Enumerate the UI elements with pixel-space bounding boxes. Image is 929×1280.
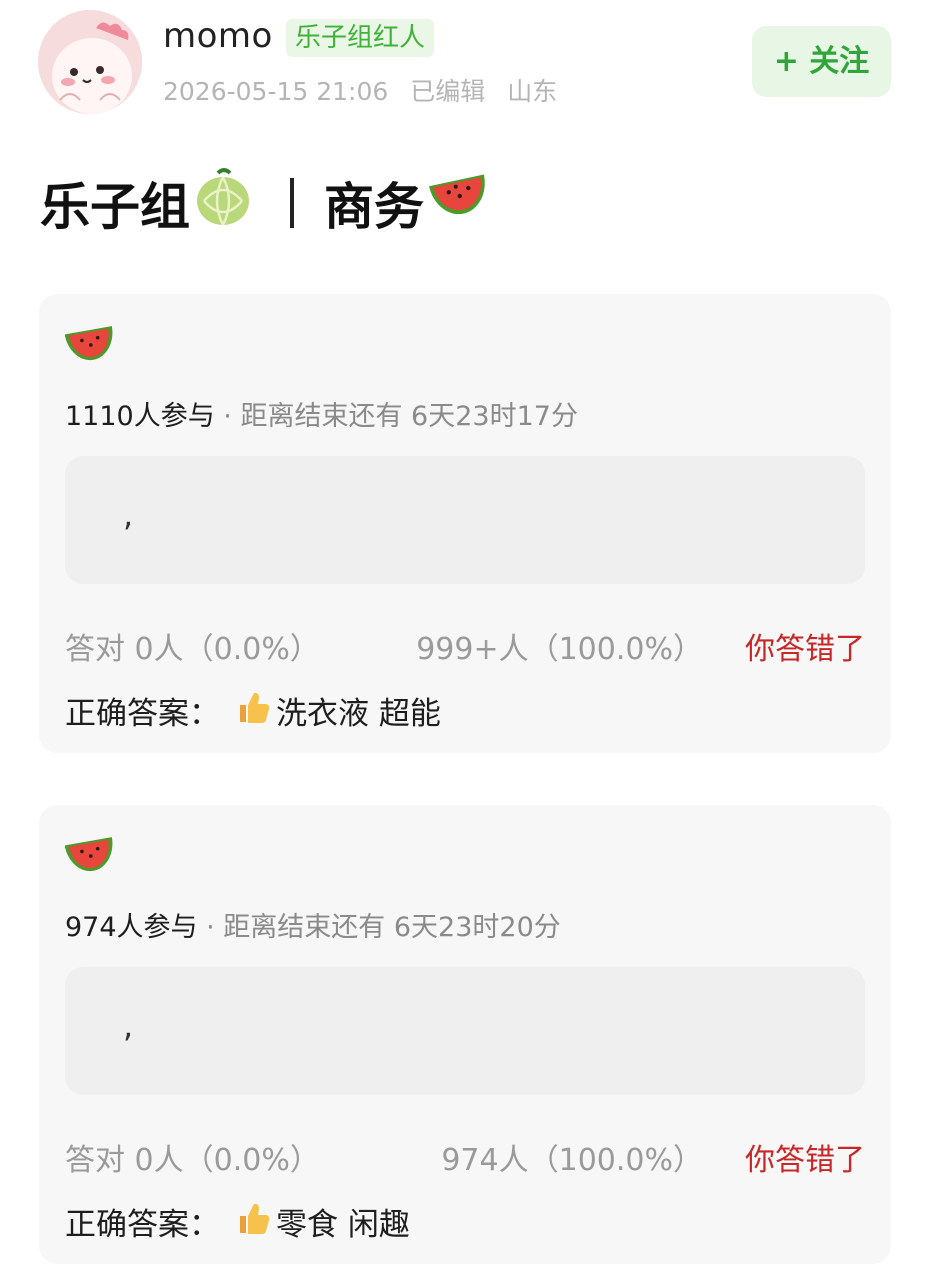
watermelon-icon — [64, 835, 117, 883]
title-divider — [290, 178, 294, 228]
location-label: 山东 — [507, 77, 558, 106]
avatar-illustration — [38, 10, 142, 114]
answer-text: 洗衣液 超能 — [276, 696, 441, 732]
watermelon-icon — [428, 172, 492, 234]
answer-text: 零食 闲趣 — [276, 1207, 410, 1243]
other-stat: 999+人（100.0%） — [416, 632, 703, 667]
post-date: 2026-05-15 21:06 — [163, 77, 389, 106]
post-meta: 2026-05-15 21:06 已编辑 山东 — [163, 72, 571, 108]
user-badge[interactable]: 乐子组红人 — [286, 19, 435, 57]
participant-count: 974人参与 — [65, 912, 198, 943]
poll-card: 1110人参与 · 距离结束还有 6天23时17分 , 答对 0人（0.0%） … — [39, 294, 891, 753]
follow-button[interactable]: + 关注 — [752, 26, 891, 97]
avatar[interactable] — [38, 10, 142, 114]
answer-label: 正确答案： — [65, 696, 220, 732]
time-remaining: · 距离结束还有 6天23时17分 — [214, 401, 578, 432]
other-stat: 974人（100.0%） — [441, 1143, 703, 1178]
correct-answer: 正确答案： 零食 闲趣 — [65, 1199, 410, 1244]
poll-stats: 答对 0人（0.0%） 974人（100.0%） 你答错了 — [65, 1135, 865, 1178]
username[interactable]: momo — [163, 16, 273, 56]
poll-option[interactable]: , — [65, 967, 865, 1095]
correct-stat: 答对 0人（0.0%） — [65, 1143, 320, 1178]
post-title: 乐子组 商务 — [40, 168, 496, 238]
correct-answer: 正确答案： 洗衣液 超能 — [65, 688, 441, 733]
participants-info: 974人参与 · 距离结束还有 6天23时20分 — [65, 905, 561, 944]
correct-stat: 答对 0人（0.0%） — [65, 632, 320, 667]
participant-count: 1110人参与 — [65, 401, 215, 432]
participants-info: 1110人参与 · 距离结束还有 6天23时17分 — [65, 394, 578, 433]
title-right: 商务 — [324, 178, 424, 236]
option-text: , — [123, 496, 134, 534]
poll-card: 974人参与 · 距离结束还有 6天23时20分 , 答对 0人（0.0%） 9… — [39, 805, 891, 1264]
watermelon-icon — [64, 324, 117, 372]
time-remaining: · 距离结束还有 6天23时20分 — [197, 912, 561, 943]
thumbs-up-icon — [236, 1200, 272, 1244]
thumbs-up-icon — [236, 689, 272, 733]
title-left: 乐子组 — [40, 178, 190, 236]
result-label: 你答错了 — [745, 1143, 865, 1178]
poll-stats: 答对 0人（0.0%） 999+人（100.0%） 你答错了 — [65, 624, 865, 667]
edited-label: 已编辑 — [410, 77, 486, 106]
result-label: 你答错了 — [745, 632, 865, 667]
poll-option[interactable]: , — [65, 456, 865, 584]
melon-icon — [194, 167, 252, 239]
answer-label: 正确答案： — [65, 1207, 220, 1243]
option-text: , — [123, 1007, 134, 1045]
